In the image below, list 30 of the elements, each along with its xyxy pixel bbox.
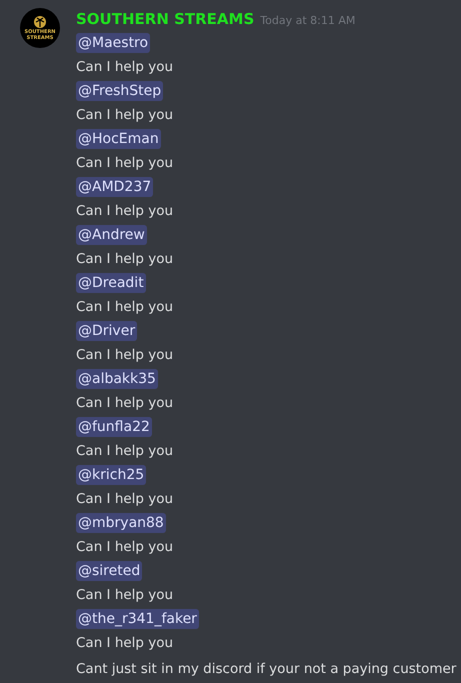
palm-tree-icon [33,16,47,28]
user-mention[interactable]: @HocEman [76,129,161,149]
message-text: Cant just sit in my discord if your not a paying customer [76,660,456,679]
message-text: Can I help you [76,154,174,173]
user-mention[interactable]: @mbryan88 [76,513,166,533]
message-text: Can I help you [76,394,174,413]
message-text: Can I help you [76,250,174,269]
user-mention[interactable]: @krich25 [76,465,146,485]
message-text: Can I help you [76,442,174,461]
message-text: Can I help you [76,106,174,125]
user-mention[interactable]: @Dreadit [76,273,146,293]
user-mention[interactable]: @albakk35 [76,369,158,389]
user-mention[interactable]: @the_r341_faker [76,609,199,629]
message-text: Can I help you [76,634,174,653]
user-mention[interactable]: @funfla22 [76,417,152,437]
author-name[interactable]: SOUTHERN STREAMS [76,9,254,29]
user-mention[interactable]: @Maestro [76,33,150,53]
user-mention[interactable]: @sireted [76,561,142,581]
user-mention[interactable]: @AMD237 [76,177,154,197]
message-text: Can I help you [76,58,174,77]
timestamp: Today at 8:11 AM [260,13,356,29]
message-text: Can I help you [76,346,174,365]
message-text: Can I help you [76,490,174,509]
message-text: Can I help you [76,586,174,605]
user-mention[interactable]: @FreshStep [76,81,164,101]
message-text: Can I help you [76,298,174,317]
message-text: Can I help you [76,202,174,221]
message-text: Can I help you [76,538,174,557]
user-mention[interactable]: @Driver [76,321,138,341]
user-mention[interactable]: @Andrew [76,225,147,245]
